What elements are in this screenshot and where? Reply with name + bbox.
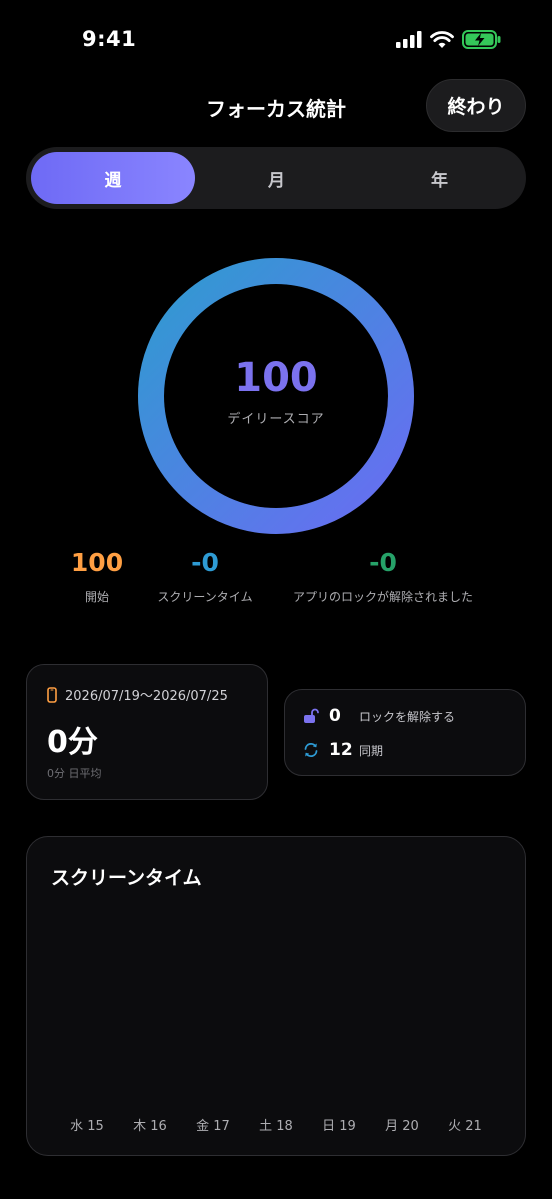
tab-year[interactable]: 年 — [358, 152, 521, 204]
stat-start-label: 開始 — [84, 590, 109, 604]
sync-label: 同期 — [359, 743, 384, 758]
chart-x-tick: 月 20 — [385, 1119, 419, 1134]
stat-app-unlocked: -0 アプリのロックが解除されました — [282, 548, 484, 605]
chart-x-tick: 金 17 — [196, 1119, 230, 1134]
status-time: 9:41 — [82, 27, 137, 51]
stat-start-value: 100 — [70, 548, 124, 577]
phone-icon — [47, 686, 57, 703]
stat-screen-time: -0 スクリーンタイム — [150, 548, 260, 605]
period-segmented-control: 週 月 年 — [26, 147, 526, 209]
sync-icon — [304, 742, 318, 758]
focus-stats-screen: 9:41 フォーカス統計 終わり 週 月 年 100 デイリースコア 100 開… — [0, 0, 552, 1199]
stat-screen-time-label: スクリーンタイム — [157, 590, 253, 604]
stat-app-unlocked-label: アプリのロックが解除されました — [292, 590, 473, 604]
screen-time-bar-chart — [27, 837, 527, 1157]
tab-week[interactable]: 週 — [31, 152, 195, 204]
daily-average: 0分 日平均 — [47, 767, 102, 780]
chart-x-tick: 火 21 — [448, 1119, 482, 1134]
daily-score-value: 100 — [234, 354, 318, 401]
chart-x-tick: 水 15 — [70, 1119, 104, 1134]
unlock-icon — [304, 708, 319, 723]
lock-sync-card[interactable]: 0 ロックを解除する 12 同期 — [284, 689, 526, 776]
screen-time-summary-card[interactable]: 2026/07/19～2026/07/25 0分 0分 日平均 — [26, 664, 268, 800]
chart-x-tick: 土 18 — [259, 1119, 293, 1134]
unlock-count: 0 — [329, 706, 341, 726]
stat-app-unlocked-value: -0 — [369, 548, 397, 577]
signal-icon — [396, 31, 422, 48]
wifi-icon — [430, 30, 454, 48]
stat-start: 100 開始 — [68, 548, 126, 605]
status-icons — [396, 30, 502, 49]
tab-month[interactable]: 月 — [195, 152, 358, 204]
score-ring: 100 デイリースコア — [136, 256, 416, 536]
total-screen-time: 0分 — [47, 725, 98, 760]
stat-screen-time-value: -0 — [191, 548, 219, 577]
chart-x-tick: 木 16 — [133, 1119, 167, 1134]
daily-score-label: デイリースコア — [227, 411, 325, 427]
battery-charging-icon — [462, 30, 501, 49]
date-range: 2026/07/19～2026/07/25 — [65, 689, 228, 704]
chart-x-axis: 水 15 木 16 金 17 土 18 日 19 月 20 火 21 — [53, 1115, 499, 1134]
unlock-row: 0 ロックを解除する — [303, 706, 455, 726]
sync-count: 12 — [329, 740, 353, 760]
chart-x-tick: 日 19 — [322, 1119, 356, 1134]
unlock-label: ロックを解除する — [359, 709, 456, 724]
date-range-row: 2026/07/19～2026/07/25 — [47, 685, 228, 704]
screen-time-chart-card: スクリーンタイム 水 15 木 16 金 17 土 18 日 19 月 20 火… — [26, 836, 526, 1156]
done-button[interactable]: 終わり — [426, 79, 526, 132]
sync-row: 12 同期 — [303, 740, 383, 760]
